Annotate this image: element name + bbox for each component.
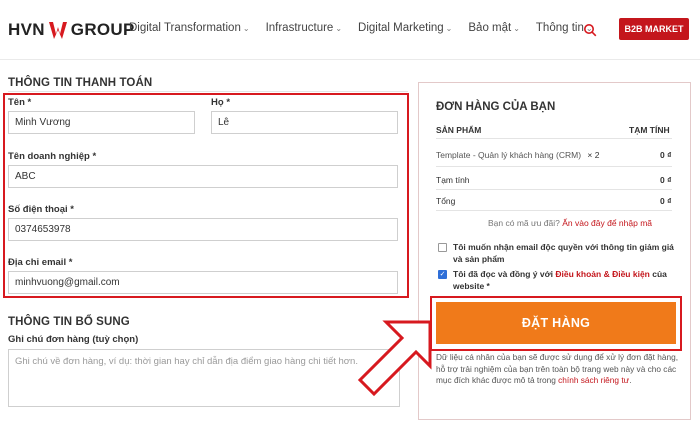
required-mark: * — [27, 97, 32, 108]
divider — [436, 210, 672, 211]
privacy-end: . — [629, 375, 632, 385]
chevron-down-icon: ⌄ — [335, 23, 343, 33]
divider — [436, 138, 672, 139]
label-text: Địa chỉ email — [8, 257, 67, 268]
phone-field[interactable]: 0374653978 — [8, 218, 398, 241]
nav-label: Digital Marketing — [358, 22, 444, 34]
item-qty: × 2 — [587, 150, 600, 160]
label-text: Họ — [211, 97, 224, 108]
chevron-down-icon: ⌄ — [513, 23, 520, 33]
nav-item-digital-marketing[interactable]: Digital Marketing ⌄ — [358, 22, 452, 34]
email-field[interactable]: minhvuong@gmail.com — [8, 271, 398, 294]
first-name-label: Tên * — [8, 97, 31, 108]
order-item-price: 0 ₫ — [660, 150, 672, 160]
first-name-field[interactable]: Minh Vương — [8, 111, 195, 134]
chevron-down-icon: ⌄ — [242, 23, 250, 33]
arrow-annotation-icon — [357, 320, 432, 397]
required-mark: * — [226, 97, 231, 108]
company-label: Tên doanh nghiệp * — [8, 151, 96, 162]
divider — [8, 91, 408, 92]
coupon-text: Bạn có mã ưu đãi? — [488, 218, 560, 228]
order-notes-label: Ghi chú đơn hàng (tuỳ chọn) — [8, 334, 139, 345]
divider — [436, 166, 672, 167]
nav-label: Infrastructure — [265, 22, 334, 34]
brand-left: HVN — [8, 20, 45, 39]
last-name-field[interactable]: Lê — [211, 111, 398, 134]
last-name-label: Họ * — [211, 97, 230, 108]
nav-item-infrastructure[interactable]: Infrastructure ⌄ — [266, 22, 342, 34]
required-mark: * — [68, 257, 73, 268]
chevron-down-icon: ⌄ — [445, 23, 453, 33]
b2b-market-button[interactable]: B2B MARKET — [619, 18, 689, 40]
required-mark: * — [70, 204, 74, 215]
order-notes-textarea[interactable]: Ghi chú về đơn hàng, ví dụ: thời gian ha… — [8, 349, 400, 407]
subtotal-label: Tạm tính — [436, 175, 470, 185]
coupon-link[interactable]: Ấn vào đây để nhập mã — [562, 218, 652, 228]
site-header: HVN GROUP Digital Transformation ⌄ Infra… — [0, 0, 700, 60]
place-order-button[interactable]: ĐẶT HÀNG — [436, 302, 676, 344]
brand-right: GROUP — [70, 20, 135, 39]
terms-label: Tôi đã đọc và đồng ý với Điều khoản & Đi… — [453, 268, 675, 292]
brand-logo[interactable]: HVN GROUP — [8, 19, 135, 41]
terms-link[interactable]: Điều khoản & Điều kiện — [555, 269, 649, 279]
logo-w-mark-icon — [48, 22, 67, 39]
label-text: Số điện thoại — [8, 204, 68, 215]
col-subtotal-header: TẠM TÍNH — [629, 125, 670, 135]
nav-label: Digital Transformation — [129, 22, 241, 34]
phone-label: Số điện thoại * — [8, 204, 74, 215]
total-value: 0 ₫ — [660, 196, 672, 206]
label-text: Tên doanh nghiệp — [8, 151, 90, 162]
subtotal-value: 0 ₫ — [660, 175, 672, 185]
newsletter-checkbox[interactable] — [438, 243, 447, 252]
search-icon[interactable] — [583, 23, 597, 37]
required-mark: * — [92, 151, 97, 162]
additional-info-title: THÔNG TIN BỔ SUNG — [8, 316, 130, 328]
newsletter-label: Tôi muốn nhận email độc quyền với thông … — [453, 242, 674, 264]
billing-title: THÔNG TIN THANH TOÁN — [8, 77, 153, 89]
col-product-header: SẢN PHẨM — [436, 125, 482, 135]
nav-item-digital-transformation[interactable]: Digital Transformation ⌄ — [129, 22, 250, 34]
email-label: Địa chỉ email * — [8, 257, 72, 268]
nav-item-security[interactable]: Bảo mật ⌄ — [468, 22, 520, 34]
terms-prefix: Tôi đã đọc và đồng ý với — [453, 269, 554, 279]
label-text: Tên — [8, 97, 25, 108]
nav-label: Bảo mật — [468, 22, 512, 34]
order-item-name: Template - Quản lý khách hàng (CRM) × 2 — [436, 150, 599, 160]
divider — [436, 189, 672, 190]
order-title: ĐƠN HÀNG CỦA BẠN — [436, 101, 556, 113]
privacy-notice: Dữ liệu cá nhân của bạn sẽ được sử dụng … — [436, 352, 679, 387]
nav-label: Thông tin — [535, 22, 584, 34]
main-nav: Digital Transformation ⌄ Infrastructure … — [129, 22, 609, 34]
company-field[interactable]: ABC — [8, 165, 398, 188]
coupon-prompt: Bạn có mã ưu đãi? Ấn vào đây để nhập mã — [488, 218, 652, 228]
privacy-policy-link[interactable]: chính sách riêng tư — [558, 375, 629, 385]
item-name-text: Template - Quản lý khách hàng (CRM) — [436, 150, 582, 160]
total-label: Tổng — [436, 196, 456, 206]
terms-checkbox[interactable]: ✓ — [438, 270, 447, 279]
